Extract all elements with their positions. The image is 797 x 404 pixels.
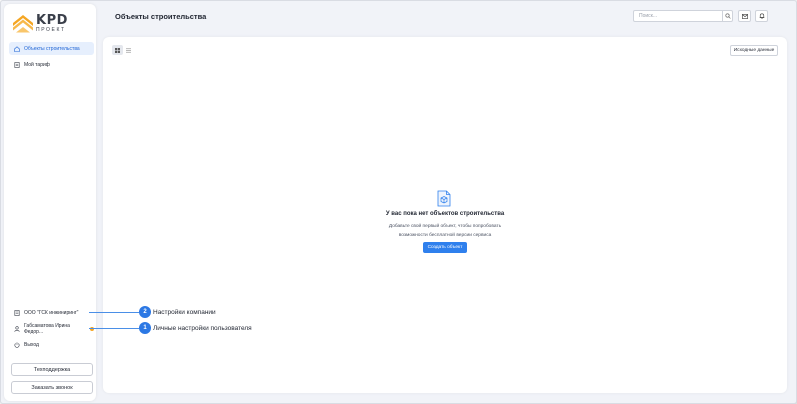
create-object-button[interactable]: Создать объект — [423, 242, 467, 253]
sidebar-item-label: Выход — [24, 341, 39, 348]
sidebar-item-logout[interactable]: Выход — [9, 338, 94, 351]
sidebar-item-label: Объекты строительства — [24, 45, 80, 52]
user-icon — [14, 325, 20, 332]
sidebar-item-user[interactable]: Габсаматова Ирина Федор... — [9, 322, 94, 335]
callout-connector — [89, 328, 139, 329]
callout-badge: 2 — [139, 306, 151, 318]
logo-chevron-icon — [13, 15, 33, 33]
logo-text: KPD — [36, 12, 68, 28]
sidebar-item-tariff[interactable]: Мой тариф — [9, 58, 94, 71]
callback-button[interactable]: Заказать звонок — [11, 381, 93, 394]
logo-subtext: ПРОЕКТ — [36, 26, 66, 33]
grid-icon — [115, 47, 120, 53]
sidebar-item-objects[interactable]: Объекты строительства — [9, 42, 94, 55]
sidebar-item-label: ООО "ГСК инжиниринг" — [24, 309, 79, 316]
support-button[interactable]: Техподдержка — [11, 363, 93, 376]
search-button[interactable] — [722, 11, 732, 21]
list-view-button[interactable] — [123, 45, 134, 55]
logo[interactable]: KPD ПРОЕКТ — [12, 12, 72, 34]
view-toggle — [112, 45, 134, 55]
sidebar-item-label: Габсаматова Ирина Федор... — [24, 322, 70, 335]
callout-connector — [89, 312, 139, 313]
mail-button[interactable] — [738, 10, 751, 22]
sidebar-item-label: Мой тариф — [24, 61, 50, 68]
empty-state-title: У вас пока нет объектов строительства — [385, 211, 505, 217]
document-icon — [14, 61, 20, 68]
notifications-button[interactable] — [755, 10, 768, 22]
callout-label: Настройки компании — [153, 309, 216, 316]
list-icon — [126, 48, 131, 52]
grid-view-button[interactable] — [112, 45, 123, 55]
page-title: Объекты строительства — [115, 12, 207, 21]
building-icon — [14, 309, 20, 316]
callout-label: Личные настройки пользователя — [153, 325, 252, 332]
bell-icon — [759, 13, 764, 19]
app-window: KPD ПРОЕКТ Объекты строительства Мой тар… — [0, 0, 797, 404]
document-box-icon — [437, 190, 451, 207]
sidebar-item-company[interactable]: ООО "ГСК инжиниринг" — [9, 306, 94, 319]
search-input[interactable] — [634, 11, 723, 21]
search-box — [633, 10, 733, 22]
power-icon — [14, 341, 20, 348]
search-icon — [725, 13, 731, 19]
mail-icon — [741, 13, 748, 19]
main-content: Исходные данные У вас пока нет объектов … — [103, 37, 787, 393]
home-icon — [14, 45, 20, 52]
empty-state-description: Добавьте свой первый объект, чтобы попро… — [388, 224, 502, 238]
sidebar: KPD ПРОЕКТ Объекты строительства Мой тар… — [4, 4, 96, 401]
callout-badge: 1 — [139, 322, 151, 334]
source-data-button[interactable]: Исходные данные — [730, 45, 778, 56]
